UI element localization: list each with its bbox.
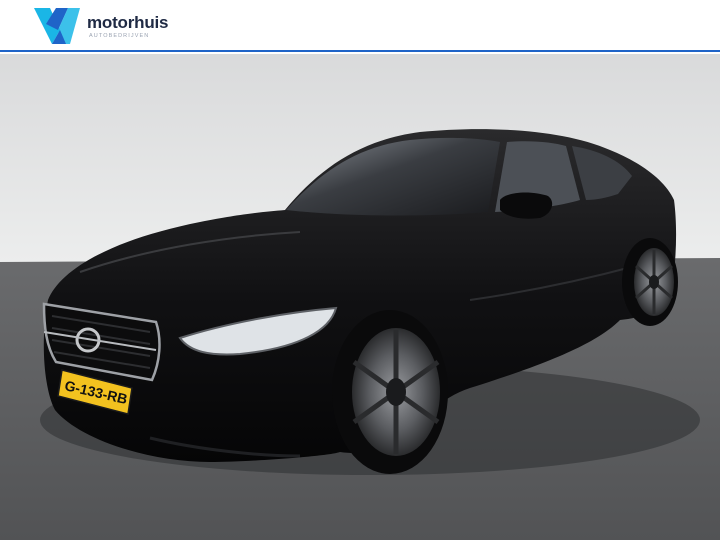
- front-wheel: [332, 310, 448, 474]
- brand-logo-link[interactable]: motorhuis AUTOBEDRIJVEN: [32, 6, 172, 46]
- vehicle-photo[interactable]: G-133-RB: [0, 54, 720, 540]
- rear-wheel: [622, 238, 678, 326]
- site-header: motorhuis AUTOBEDRIJVEN: [0, 0, 720, 52]
- motorhuis-logo-icon: [34, 8, 80, 44]
- brand-tagline: AUTOBEDRIJVEN: [89, 33, 150, 39]
- car-image: G-133-RB: [0, 54, 720, 540]
- brand-name: motorhuis: [87, 13, 169, 32]
